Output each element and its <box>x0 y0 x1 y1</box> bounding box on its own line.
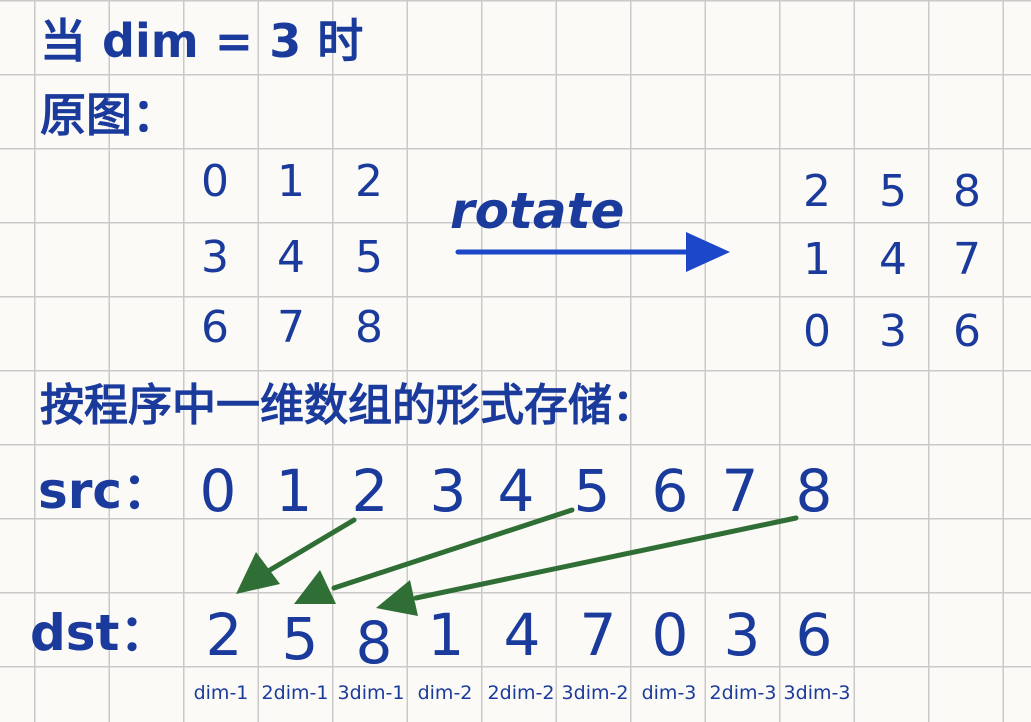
mapping-arrow-8 <box>376 515 799 616</box>
mapping-arrow-2 <box>236 517 357 594</box>
rotate-arrow <box>455 232 730 272</box>
mapping-arrow-5 <box>294 507 575 604</box>
arrows-layer <box>236 232 799 616</box>
